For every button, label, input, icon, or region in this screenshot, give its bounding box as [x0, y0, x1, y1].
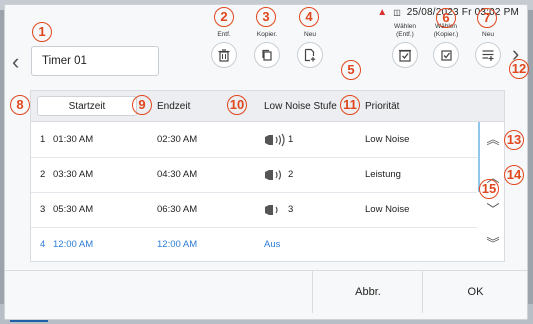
select-delete-tool: Wählen (Entf.): [385, 23, 425, 68]
noise-level-icon: [265, 133, 285, 146]
select-delete-button[interactable]: [392, 42, 418, 68]
scroll-bottom-icon[interactable]: ︾: [486, 233, 500, 252]
callout-marker: 10: [227, 95, 247, 115]
ok-button[interactable]: OK: [422, 271, 528, 313]
row-priority: Low Noise: [365, 204, 410, 215]
callout-marker: 2: [214, 7, 234, 27]
select-copy-icon: [441, 50, 452, 61]
row-priority: Leistung: [365, 169, 401, 180]
callout-marker: 6: [436, 8, 456, 28]
callout-marker: 15: [479, 179, 499, 199]
new-button[interactable]: [297, 42, 323, 68]
copy-icon: [262, 49, 272, 61]
column-header-start[interactable]: Startzeit: [37, 96, 137, 116]
row-index: 1: [40, 134, 46, 145]
callout-marker: 1: [32, 22, 52, 42]
noise-level-icon: [265, 169, 282, 180]
network-icon: ◫: [393, 7, 401, 17]
previous-timer-arrow[interactable]: ‹: [12, 51, 19, 73]
status-datetime: 25/08/2023 Fr 03:02 PM: [406, 6, 519, 18]
row-start: 05:30 AM: [53, 204, 94, 215]
copy-button[interactable]: [254, 42, 280, 68]
row-noise: 1: [264, 122, 293, 157]
trash-icon: [218, 49, 230, 62]
copy-tool: Kopier.: [247, 23, 287, 68]
row-start: 03:30 AM: [53, 169, 94, 180]
add-list-icon: [482, 50, 494, 61]
column-header-end[interactable]: Endzeit: [157, 91, 190, 121]
dialog-footer: Abbr. OK: [5, 270, 527, 313]
callout-marker: 8: [10, 95, 30, 115]
row-start: 12:00 AM: [53, 239, 94, 250]
row-noise-level: 1: [288, 134, 294, 145]
callout-marker: 11: [340, 95, 360, 115]
table-row[interactable]: 2 03:30 AM 04:30 AM 2 Leistung: [31, 157, 477, 193]
row-noise-level: 3: [288, 204, 294, 215]
column-header-priority[interactable]: Priorität: [365, 91, 399, 121]
select-delete-label: Wählen (Entf.): [393, 23, 417, 38]
callout-marker: 14: [504, 165, 524, 185]
row-index: 3: [40, 204, 46, 215]
cancel-button[interactable]: Abbr.: [312, 271, 423, 313]
noise-level-icon: [265, 204, 278, 215]
row-priority: Low Noise: [365, 134, 410, 145]
select-copy-button[interactable]: [433, 42, 459, 68]
callout-marker: 7: [477, 8, 497, 28]
timer-settings-panel: ▲ ◫ 25/08/2023 Fr 03:02 PM ‹ › Timer 01 …: [4, 4, 529, 320]
table-row[interactable]: 1 01:30 AM 02:30 AM 1 Low Noise: [31, 122, 477, 158]
new-list-tool: Neu: [468, 23, 508, 68]
row-index: 2: [40, 169, 46, 180]
row-index: 4: [40, 239, 46, 250]
callout-marker: 12: [509, 59, 529, 79]
row-noise-level: 2: [288, 169, 294, 180]
timer-table: Startzeit Endzeit Low Noise Stufe Priori…: [30, 90, 505, 262]
callout-marker: 3: [256, 7, 276, 27]
row-noise-level: Aus: [264, 239, 281, 250]
timer-name-field[interactable]: Timer 01: [31, 46, 159, 76]
callout-marker: 9: [132, 95, 152, 115]
add-page-icon: [304, 48, 316, 62]
column-header-noise[interactable]: Low Noise Stufe: [264, 91, 337, 121]
select-delete-icon: [399, 49, 411, 62]
select-copy-tool: Wählen (Kopier.): [426, 23, 466, 68]
new-tool: Neu: [290, 23, 330, 68]
table-row[interactable]: 4 12:00 AM 12:00 AM Aus: [31, 227, 477, 262]
callout-marker: 4: [299, 7, 319, 27]
row-end: 12:00 AM: [157, 239, 198, 250]
delete-button[interactable]: [211, 42, 237, 68]
delete-tool: Entf.: [204, 23, 244, 68]
timer-name-value: Timer 01: [42, 55, 87, 67]
scroll-top-icon[interactable]: ︽: [486, 129, 500, 148]
row-noise: 2: [264, 157, 293, 192]
table-header: Startzeit Endzeit Low Noise Stufe Priori…: [31, 91, 504, 122]
row-end: 06:30 AM: [157, 204, 198, 215]
row-end: 02:30 AM: [157, 134, 198, 145]
callout-marker: 5: [341, 60, 361, 80]
callout-marker: 13: [504, 130, 524, 150]
warning-icon: ▲: [377, 6, 388, 18]
row-noise: 3: [264, 192, 293, 227]
scroll-down-icon[interactable]: ﹀: [486, 199, 500, 218]
row-end: 04:30 AM: [157, 169, 198, 180]
table-row[interactable]: 3 05:30 AM 06:30 AM 3 Low Noise: [31, 192, 477, 228]
row-start: 01:30 AM: [53, 134, 94, 145]
scrollbar[interactable]: [478, 122, 480, 192]
new-list-button[interactable]: [475, 42, 501, 68]
